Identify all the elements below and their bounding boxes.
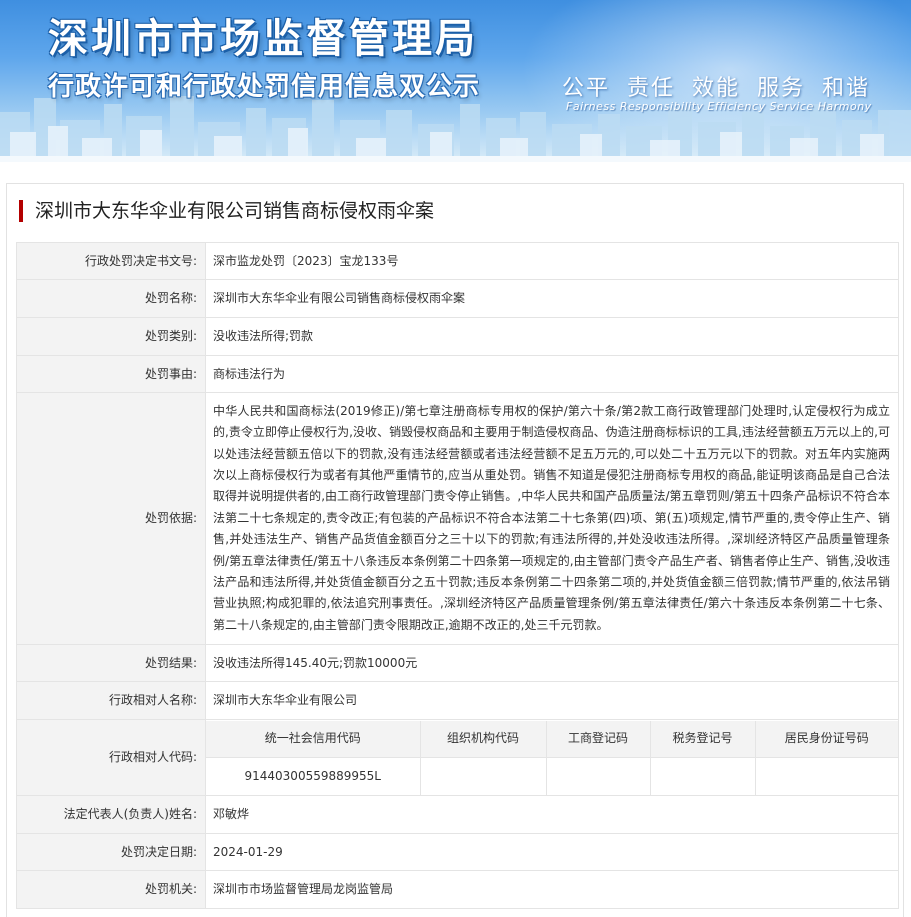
penalty-type-value: 没收违法所得;罚款	[205, 317, 899, 356]
party-code-header-row: 统一社会信用代码 组织机构代码 工商登记码 税务登记号 居民身份证号码	[206, 720, 898, 758]
header-banner: 深圳市市场监督管理局 行政许可和行政处罚信用信息双公示 公平 责任 效能 服务 …	[0, 0, 911, 162]
code-value-credit: 91440300559889955L	[206, 757, 421, 795]
code-header-org: 组织机构代码	[419, 720, 547, 758]
penalty-reason-label: 处罚事由:	[16, 355, 206, 393]
decision-date-label: 处罚决定日期:	[16, 833, 206, 871]
row-authority: 处罚机关: 深圳市市场监督管理局龙岗监管局	[16, 870, 899, 909]
banner-values-en: Fairness Responsibility Efficiency Servi…	[566, 100, 872, 113]
code-value-tax-reg	[649, 757, 756, 795]
row-decision-date: 处罚决定日期: 2024-01-29	[16, 833, 899, 871]
code-header-business-reg: 工商登记码	[545, 720, 651, 758]
penalty-type-label: 处罚类别:	[16, 317, 206, 356]
banner-values-cn: 公平 责任 效能 服务 和谐	[562, 76, 870, 101]
row-penalty-type: 处罚类别: 没收违法所得;罚款	[16, 317, 899, 356]
legal-rep-label: 法定代表人(负责人)姓名:	[16, 795, 206, 834]
row-legal-rep: 法定代表人(负责人)姓名: 邓敏烨	[16, 795, 899, 834]
authority-value: 深圳市市场监督管理局龙岗监管局	[205, 870, 899, 909]
case-title: 深圳市大东华伞业有限公司销售商标侵权雨伞案	[19, 200, 434, 222]
code-value-org	[419, 757, 547, 795]
row-penalty-name: 处罚名称: 深圳市大东华伞业有限公司销售商标侵权雨伞案	[16, 279, 899, 318]
case-info-table: 行政处罚决定书文号: 深市监龙处罚〔2023〕宝龙133号 处罚名称: 深圳市大…	[16, 242, 899, 909]
decision-no-value: 深市监龙处罚〔2023〕宝龙133号	[205, 242, 899, 280]
code-value-id-card	[754, 757, 898, 795]
party-name-value: 深圳市大东华伞业有限公司	[205, 681, 899, 720]
party-code-table: 统一社会信用代码 组织机构代码 工商登记码 税务登记号 居民身份证号码 9144…	[206, 720, 898, 795]
row-penalty-result: 处罚结果: 没收违法所得145.40元;罚款10000元	[16, 644, 899, 682]
row-decision-no: 行政处罚决定书文号: 深市监龙处罚〔2023〕宝龙133号	[16, 242, 899, 280]
row-penalty-basis: 处罚依据: 中华人民共和国商标法(2019修正)/第七章注册商标专用权的保护/第…	[16, 392, 899, 645]
row-penalty-reason: 处罚事由: 商标违法行为	[16, 355, 899, 393]
penalty-name-label: 处罚名称:	[16, 279, 206, 318]
banner-title: 深圳市市场监督管理局	[48, 16, 478, 62]
row-party-name: 行政相对人名称: 深圳市大东华伞业有限公司	[16, 681, 899, 720]
code-value-business-reg	[545, 757, 651, 795]
penalty-result-value: 没收违法所得145.40元;罚款10000元	[205, 644, 899, 682]
penalty-basis-value: 中华人民共和国商标法(2019修正)/第七章注册商标专用权的保护/第六十条/第2…	[205, 392, 899, 645]
code-header-tax-reg: 税务登记号	[649, 720, 756, 758]
party-name-label: 行政相对人名称:	[16, 681, 206, 720]
party-code-label: 行政相对人代码:	[16, 719, 206, 796]
row-party-code: 行政相对人代码: 统一社会信用代码 组织机构代码 工商登记码 税务登记号 居民身…	[16, 719, 899, 796]
party-code-value-row: 91440300559889955L	[206, 757, 898, 795]
penalty-name-value: 深圳市大东华伞业有限公司销售商标侵权雨伞案	[205, 279, 899, 318]
case-detail-panel: 深圳市大东华伞业有限公司销售商标侵权雨伞案 行政处罚决定书文号: 深市监龙处罚〔…	[6, 183, 904, 917]
authority-label: 处罚机关:	[16, 870, 206, 909]
penalty-reason-value: 商标违法行为	[205, 355, 899, 393]
penalty-result-label: 处罚结果:	[16, 644, 206, 682]
code-header-credit: 统一社会信用代码	[206, 720, 421, 758]
penalty-basis-label: 处罚依据:	[16, 392, 206, 645]
legal-rep-value: 邓敏烨	[205, 795, 899, 834]
decision-date-value: 2024-01-29	[205, 833, 899, 871]
banner-subtitle: 行政许可和行政处罚信用信息双公示	[48, 72, 481, 102]
decision-no-label: 行政处罚决定书文号:	[16, 242, 206, 280]
code-header-id-card: 居民身份证号码	[754, 720, 898, 758]
party-code-cell: 统一社会信用代码 组织机构代码 工商登记码 税务登记号 居民身份证号码 9144…	[205, 719, 899, 796]
